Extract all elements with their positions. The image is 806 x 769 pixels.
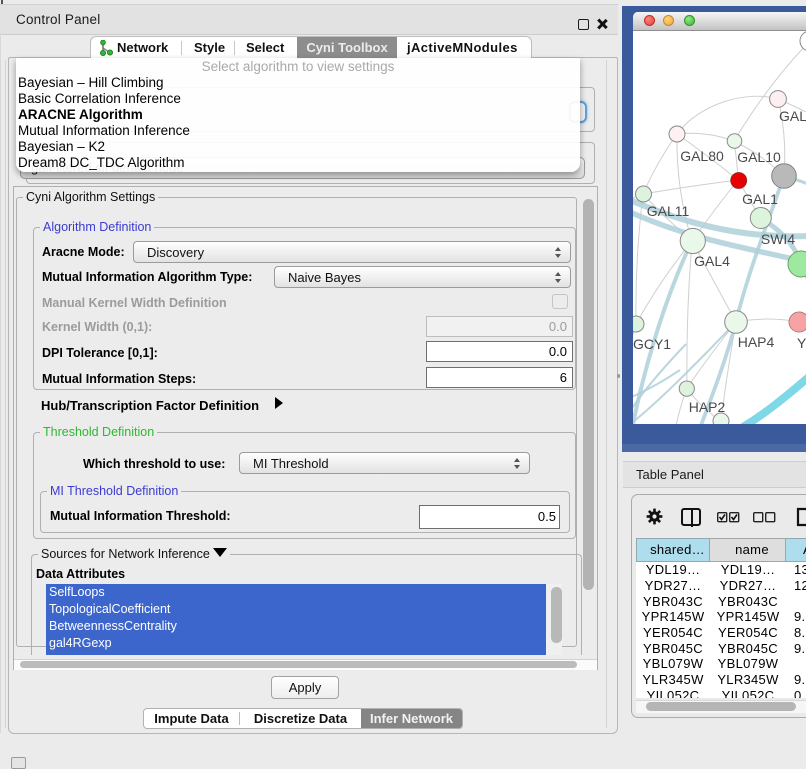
svg-text:GAL2: GAL2 [779,108,806,124]
svg-text:GAL10: GAL10 [737,149,781,165]
svg-text:HAP2: HAP2 [689,399,726,415]
svg-text:GAL11: GAL11 [647,203,690,219]
svg-text:GCY1: GCY1 [633,336,671,352]
svg-text:SWI4: SWI4 [761,231,795,247]
svg-text:HAP4: HAP4 [738,334,775,350]
svg-text:GAL80: GAL80 [680,148,724,164]
svg-text:YL: YL [797,335,806,351]
svg-text:GAL1: GAL1 [742,191,778,207]
svg-text:GAL4: GAL4 [694,253,730,269]
